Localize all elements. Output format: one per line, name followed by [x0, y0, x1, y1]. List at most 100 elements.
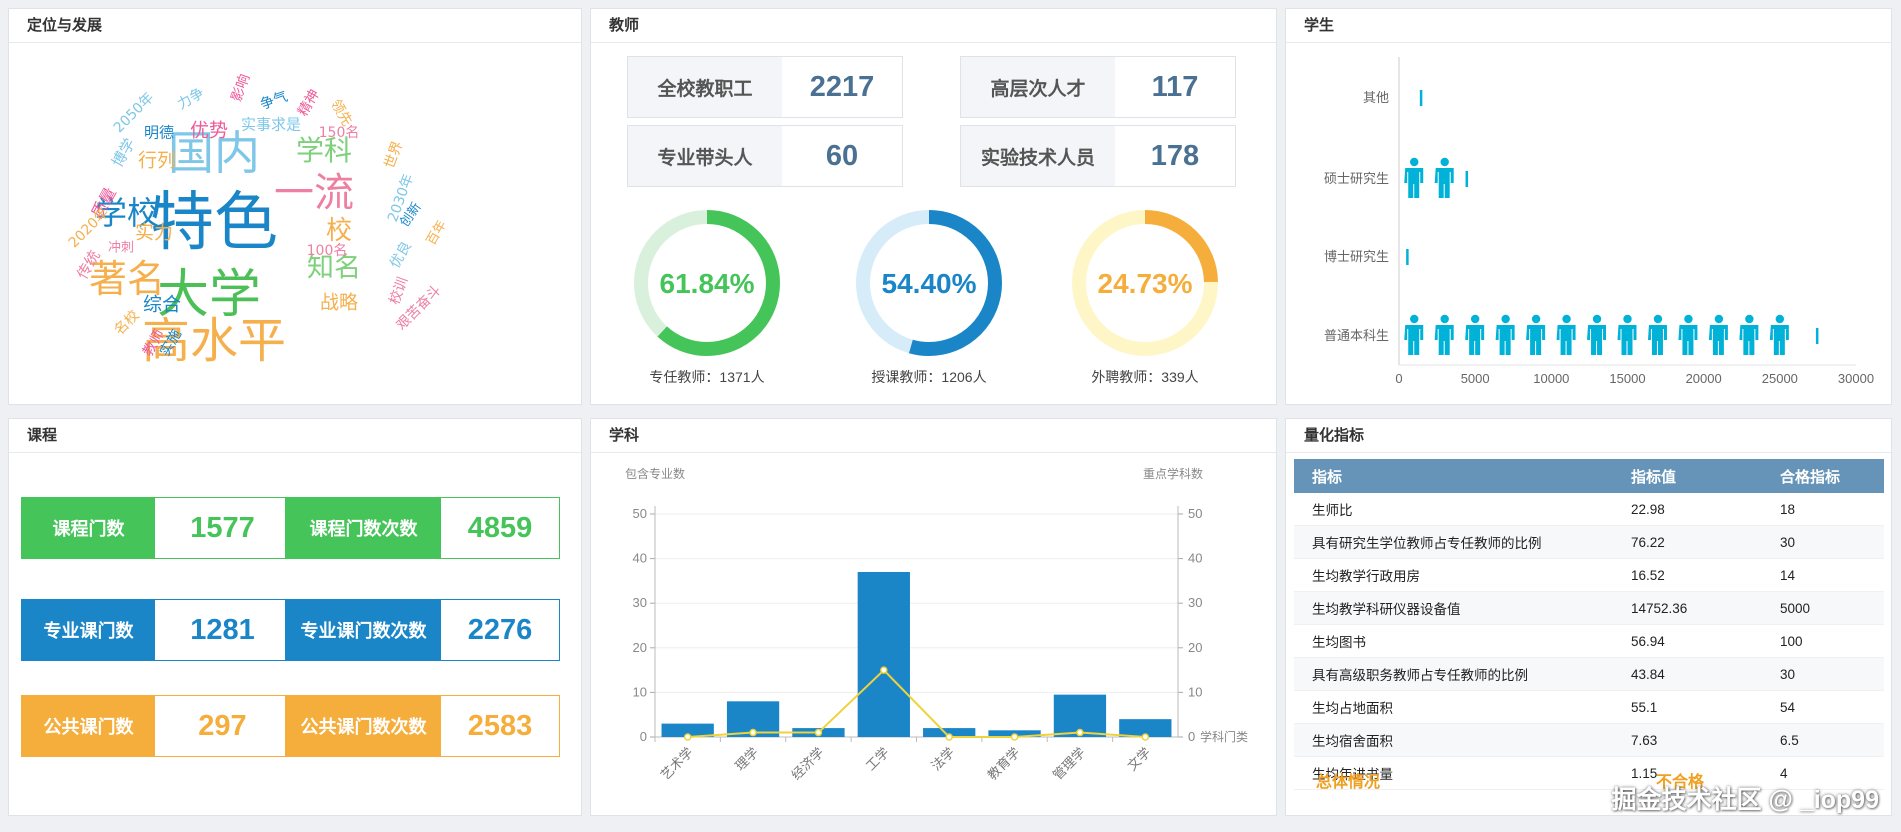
line-point[interactable] — [814, 728, 823, 737]
person-icon — [1647, 314, 1667, 355]
ring-svg: 61.84% — [634, 210, 780, 356]
table-row: 生均宿舍面积 7.63 6.5 — [1294, 723, 1884, 757]
table-row: 生均教学科研仪器设备值 14752.36 5000 — [1294, 591, 1884, 625]
person-icon — [1769, 314, 1789, 355]
col-header-indicator: 指标 — [1294, 459, 1613, 493]
subject-bar[interactable] — [857, 571, 910, 737]
y-axis-right-title: 重点学科数 — [1143, 466, 1203, 481]
word-cloud-word: 精神 — [295, 86, 323, 120]
teachers-panel: 教师 全校教职工 2217 高层次人才 117 专业带头人 60 实验技术人员 … — [590, 8, 1277, 405]
students-panel: 学生 0 5000 10000 15000 20000 25000 30000 其他 硕士研究生… — [1285, 8, 1892, 405]
students-chart: 0 5000 10000 15000 20000 25000 30000 其他硕士研究生博士研… — [1324, 57, 1874, 386]
line-point[interactable] — [1141, 733, 1150, 741]
students-title: 学生 — [1286, 9, 1891, 43]
word-cloud-word: 100名 — [306, 243, 348, 259]
word-cloud-word: 冲刺 — [107, 240, 135, 256]
word-cloud-word: 名校 — [111, 307, 143, 339]
x-tick-label: 15000 — [1609, 371, 1645, 386]
indicator-value: 14752.36 — [1613, 591, 1762, 625]
word-cloud-word: 战略 — [319, 291, 359, 314]
person-icon — [1708, 314, 1728, 355]
ring-gauge: 54.40% 授课教师：1206人 — [851, 205, 1007, 387]
person-icon — [1587, 314, 1607, 355]
indicator-name: 具有研究生学位教师占专任教师的比例 — [1294, 525, 1613, 559]
indicator-standard: 6.5 — [1762, 723, 1884, 757]
line-point[interactable] — [1010, 733, 1019, 741]
person-icon — [1465, 314, 1485, 355]
indicator-name: 生均宿舍面积 — [1294, 723, 1613, 757]
y-axis-left-title: 包含专业数 — [625, 466, 685, 481]
course-stat: 课程门数次数 4859 — [285, 497, 560, 559]
stat-value: 117 — [1151, 70, 1199, 103]
indicator-standard: 100 — [1762, 624, 1884, 658]
indicator-value: 56.94 — [1613, 624, 1762, 658]
ring-percent: 61.84% — [660, 268, 755, 299]
x-tick-label: 30000 — [1838, 371, 1874, 386]
course-stat-value: 2583 — [441, 696, 559, 756]
x-tick-label: 教育学 — [984, 745, 1022, 783]
word-cloud-word: 综合 — [142, 293, 182, 316]
table-row: 具有研究生学位教师占专任教师的比例 76.22 30 — [1294, 525, 1884, 559]
ring-percent: 24.73% — [1098, 268, 1193, 299]
category-label: 硕士研究生 — [1324, 171, 1389, 186]
table-row: 生均图书 56.94 100 — [1294, 624, 1884, 658]
indicator-value: 43.84 — [1613, 657, 1762, 691]
quant-table: 指标 指标值 合格指标 生师比 22.98 18 具有研究生学位教师占专任教师的比例 7… — [1294, 459, 1884, 790]
indicator-standard: 30 — [1762, 525, 1884, 559]
indicator-name: 具有高级职务教师占专任教师的比例 — [1294, 657, 1613, 691]
subjects-panel: 学科 包含专业数 重点学科数 0 0 10 10 20 20 30 30 40 40 50 50 学科门类艺… — [590, 418, 1277, 816]
watermark: 掘金技术社区 @ _iop99 — [1611, 786, 1879, 814]
indicator-value: 55.1 — [1613, 690, 1762, 724]
person-icon — [1526, 314, 1546, 355]
stat-value: 178 — [1150, 139, 1200, 172]
indicator-standard: 14 — [1762, 558, 1884, 592]
table-row: 生均占地面积 55.1 54 — [1294, 690, 1884, 724]
x-tick-label: 文学 — [1124, 745, 1153, 774]
line-point[interactable] — [880, 666, 888, 674]
positioning-title: 定位与发展 — [9, 9, 581, 43]
student-bar — [1404, 314, 1819, 355]
category-label: 普通本科生 — [1324, 328, 1389, 343]
ring-percent: 54.40% — [882, 268, 977, 299]
x-tick-label: 0 — [1395, 371, 1402, 386]
x-tick-label: 法学 — [928, 745, 957, 774]
word-cloud-word: 世界 — [381, 139, 407, 171]
indicator-standard: 54 — [1762, 690, 1884, 724]
line-point[interactable] — [749, 728, 757, 737]
category-label: 博士研究生 — [1324, 249, 1389, 264]
word-cloud-word: 博学 — [108, 135, 139, 171]
line-point[interactable] — [945, 733, 953, 741]
indicator-value: 76.22 — [1613, 525, 1762, 559]
bar-end-mark — [1419, 90, 1423, 106]
y-tick-label-left: 20 — [633, 640, 647, 655]
indicator-standard: 5000 — [1762, 591, 1884, 625]
summary-label: 总体情况 — [1316, 774, 1381, 791]
y-tick-label-right: 0 — [1188, 729, 1195, 744]
y-tick-label-left: 30 — [633, 595, 647, 610]
ring-gauge: 24.73% 外聘教师：339人 — [1067, 205, 1223, 387]
line-point[interactable] — [683, 733, 692, 741]
word-cloud-word: 实事求是 — [240, 115, 302, 134]
table-row: 生均教学行政用房 16.52 14 — [1294, 558, 1884, 592]
indicator-value: 16.52 — [1613, 558, 1762, 592]
subjects-title: 学科 — [591, 419, 1276, 453]
y-tick-label-right: 40 — [1188, 551, 1202, 566]
ring-caption: 授课教师：1206人 — [871, 369, 987, 385]
student-bar — [1419, 90, 1423, 106]
course-stat-label: 专业课门数次数 — [286, 600, 441, 660]
word-cloud-word: 150名 — [318, 125, 360, 141]
line-point[interactable] — [1076, 728, 1084, 737]
indicator-value: 22.98 — [1613, 493, 1762, 526]
y-tick-label-right: 20 — [1188, 640, 1202, 655]
x-tick-label: 25000 — [1762, 371, 1798, 386]
ring-caption: 专任教师：1371人 — [649, 369, 765, 385]
bar-end-mark — [1465, 171, 1469, 187]
person-icon — [1434, 157, 1454, 198]
word-cloud-word: 著名 — [88, 257, 166, 301]
y-tick-label-left: 40 — [633, 551, 647, 566]
stat-major-leader: 专业带头人 60 — [627, 125, 903, 187]
indicator-name: 生均教学科研仪器设备值 — [1294, 591, 1613, 625]
word-cloud-word: 优良 — [387, 238, 415, 272]
x-tick-label: 工学 — [863, 745, 892, 774]
col-header-value: 指标值 — [1613, 459, 1762, 493]
